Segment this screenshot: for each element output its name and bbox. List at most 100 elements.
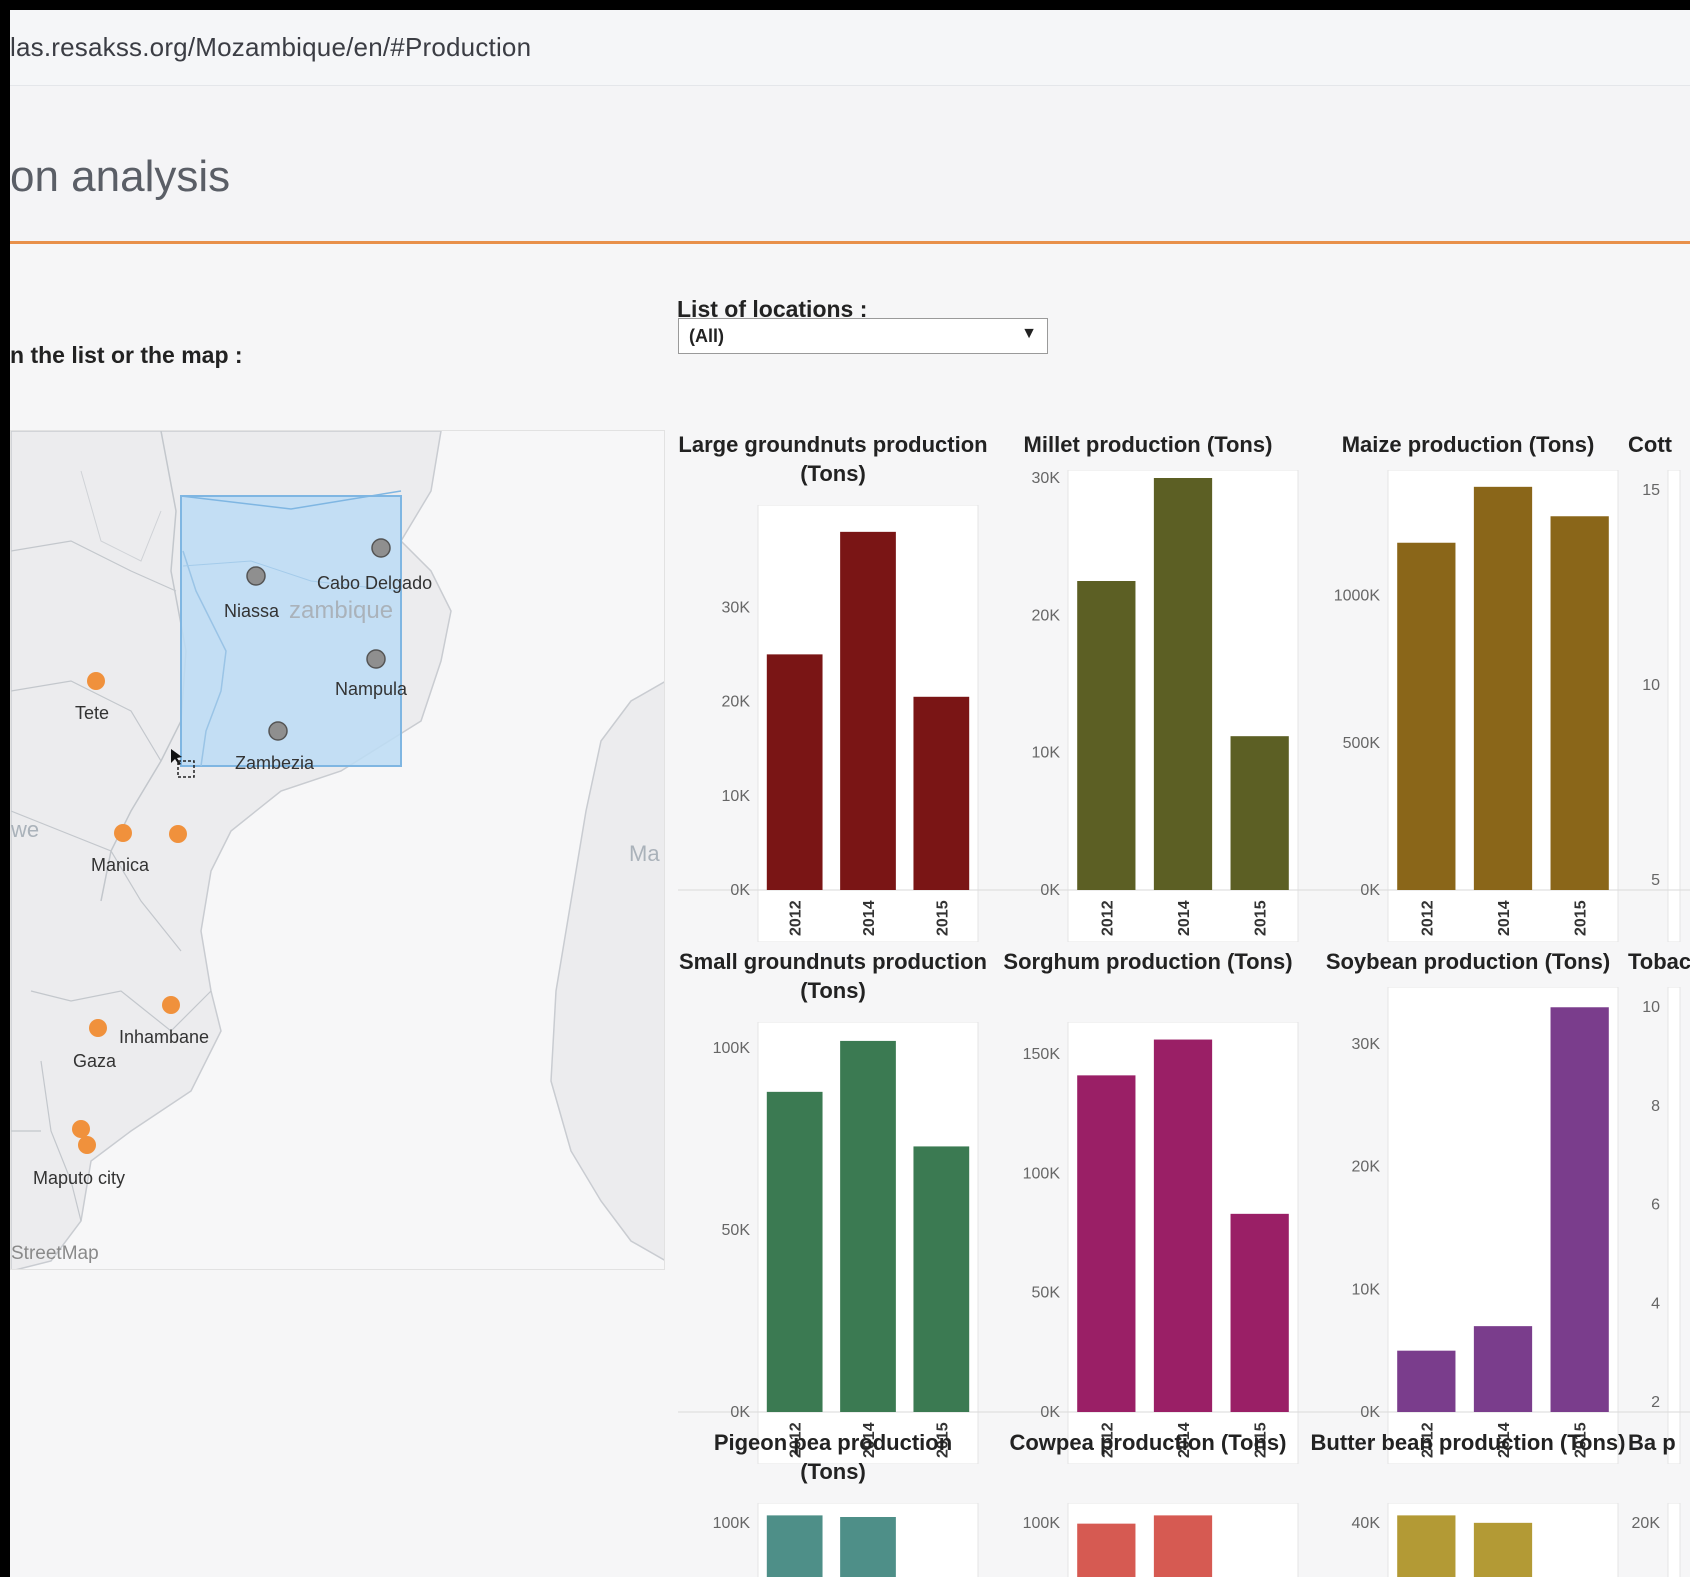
bar-2014[interactable]: [1153, 478, 1213, 890]
y-tick-label: 20K: [1032, 607, 1061, 624]
chart-plot: 15 10 5: [1628, 470, 1690, 942]
y-tick-label: 30K: [1032, 470, 1061, 487]
bar-2015[interactable]: [1550, 1007, 1609, 1412]
y-tick-label: 10K: [1032, 745, 1061, 762]
chart-plot: 0K10K20K30K2012 2014 2015: [1308, 987, 1628, 1464]
chart-title: Tobac: [1628, 949, 1690, 974]
province-marker-manica[interactable]: [114, 824, 132, 842]
chart-soybean-production-tons[interactable]: Soybean production (Tons) 0K 10K 20K 30K 2012…: [1308, 947, 1628, 1464]
y-tick-label: 0K: [1040, 1404, 1060, 1421]
bar-2012[interactable]: [1077, 581, 1136, 890]
y-tick-label: 10: [1642, 677, 1660, 694]
bar-2012[interactable]: [766, 1515, 823, 1577]
page-header: on analysis: [10, 86, 1690, 244]
y-tick-label: 10K: [722, 788, 751, 805]
bar-2012[interactable]: [1397, 542, 1456, 890]
bar-2014[interactable]: [840, 1040, 896, 1412]
bar-2014[interactable]: [1153, 1515, 1213, 1577]
chart-plot: 0K10K20K30K2012 2014 2015: [678, 505, 988, 942]
y-tick-label: 10K: [1352, 1281, 1381, 1298]
map-credit: StreetMap: [11, 1243, 99, 1264]
x-tick-label: 2012: [788, 900, 805, 936]
url-text[interactable]: las.resakss.org/Mozambique/en/#Productio…: [10, 32, 531, 63]
province-marker-zambezia[interactable]: [268, 721, 288, 741]
chart-small-groundnuts-production-tons[interactable]: Small groundnuts production (Tons) 0K 50K 1…: [678, 947, 988, 1464]
province-marker-cabo-delgado[interactable]: [371, 538, 391, 558]
chart-plot: 100K: [713, 1503, 979, 1577]
chart-plot: 0K10K20K30K2012 2014 2015: [988, 470, 1308, 942]
y-tick-label: 20K: [1352, 1159, 1381, 1176]
chart-plot: 20K: [1632, 1503, 1681, 1577]
chart-butter-bean-production-tons[interactable]: Butter bean production (Tons) 40K: [1308, 1428, 1628, 1577]
locations-dropdown-value: (All): [689, 326, 724, 346]
bar-2015[interactable]: [1550, 516, 1609, 890]
bar-2012[interactable]: [1397, 1350, 1456, 1412]
chart-plot: 0K 500K 1000K 2012 2014 2015: [1308, 470, 1628, 942]
x-tick-label: 2014: [1496, 900, 1513, 936]
province-marker-inhambane[interactable]: [162, 996, 180, 1014]
bar-2014[interactable]: [1473, 1326, 1533, 1412]
province-marker-gaza[interactable]: [89, 1019, 107, 1037]
y-tick-label: 100K: [1023, 1165, 1061, 1182]
madagascar-landmass: [550, 681, 664, 1261]
y-tick-label: 50K: [1032, 1285, 1061, 1302]
bar-2015[interactable]: [913, 1146, 970, 1412]
chart-cowpea-production-tons[interactable]: Cowpea production (Tons) 100K: [988, 1428, 1308, 1577]
map-selection-rectangle[interactable]: [180, 495, 402, 767]
chart-millet-production-tons[interactable]: Millet production (Tons) 0K 10K 20K 30K 2012 2…: [988, 430, 1308, 942]
y-tick-label: 100K: [713, 1040, 751, 1057]
province-marker-niassa[interactable]: [246, 566, 266, 586]
map-canvas[interactable]: [11, 431, 665, 1270]
locations-dropdown[interactable]: (All) ▼: [678, 318, 1048, 354]
browser-viewport: las.resakss.org/Mozambique/en/#Productio…: [10, 10, 1690, 1577]
bar-2015[interactable]: [1230, 736, 1289, 890]
province-marker-tete[interactable]: [87, 672, 105, 690]
bar-2014[interactable]: [1473, 1522, 1533, 1577]
y-tick-label: 15: [1642, 482, 1660, 499]
y-tick-label: 0K: [1360, 1404, 1380, 1421]
map-label-niassa: Niassa: [224, 601, 280, 621]
x-tick-label: 2014: [861, 900, 878, 936]
y-tick-label: 0K: [730, 882, 750, 899]
bar-2015[interactable]: [913, 696, 970, 890]
y-tick-label: 4: [1651, 1295, 1660, 1312]
bar-2012[interactable]: [1077, 1523, 1136, 1577]
y-tick-label: 5: [1651, 872, 1660, 889]
chart-cott[interactable]: Cott 15 10 5: [1628, 430, 1690, 942]
chart-large-groundnuts-production-tons[interactable]: Large groundnuts production (Tons) 0K 10K 2…: [678, 430, 988, 942]
address-bar[interactable]: las.resakss.org/Mozambique/en/#Productio…: [10, 10, 1690, 86]
bar-2014[interactable]: [1473, 486, 1533, 890]
chart-ba-p[interactable]: Ba p 20K: [1628, 1428, 1690, 1577]
bar-2014[interactable]: [1153, 1039, 1213, 1412]
province-marker-nampula[interactable]: [366, 649, 386, 669]
map-label-cabo-delgado: Cabo Delgado: [317, 573, 433, 593]
province-marker-maputo[interactable]: [72, 1120, 90, 1138]
y-tick-label: 40K: [1352, 1515, 1381, 1532]
chart-title: Large groundnuts production (Tons): [678, 432, 988, 486]
chart-maize-production-tons[interactable]: Maize production (Tons) 0K 500K 1000K 2012 20…: [1308, 430, 1628, 942]
bar-2015[interactable]: [1230, 1213, 1289, 1412]
bar-2014[interactable]: [840, 1517, 896, 1577]
map-label-zimbabwe-partial: we: [11, 817, 40, 842]
province-marker-sofala[interactable]: [169, 825, 187, 843]
y-tick-label: 10: [1642, 999, 1660, 1016]
chart-tobac[interactable]: Tobac 10 8 6 4 2: [1628, 947, 1690, 1464]
bar-2012[interactable]: [1397, 1515, 1456, 1577]
bar-2012[interactable]: [766, 654, 823, 890]
y-tick-label: 150K: [1023, 1046, 1061, 1063]
province-map[interactable]: Niassa zambique Cabo Delgado Nampula Zam…: [10, 430, 665, 1270]
chart-title: Small groundnuts production (Tons): [679, 949, 987, 1003]
map-label-gaza: Gaza: [73, 1051, 117, 1071]
bar-2012[interactable]: [1077, 1075, 1136, 1412]
chart-pigeon-pea-production-tons[interactable]: Pigeon pea production (Tons) 100K: [678, 1428, 988, 1577]
chart-title: Butter bean production (Tons): [1310, 1430, 1626, 1455]
map-label-country: zambique: [289, 597, 394, 624]
chart-sorghum-production-tons[interactable]: Sorghum production (Tons) 0K 50K 100K 150K 20…: [988, 947, 1308, 1464]
province-marker-maputo-city[interactable]: [78, 1136, 96, 1154]
bar-2014[interactable]: [840, 531, 896, 890]
chart-title: Ba p: [1628, 1430, 1676, 1455]
x-tick-label: 2015: [934, 900, 951, 936]
bar-2012[interactable]: [766, 1091, 823, 1412]
chevron-down-icon[interactable]: ▼: [1021, 325, 1037, 343]
map-select-hint: n the list or the map :: [10, 342, 243, 368]
